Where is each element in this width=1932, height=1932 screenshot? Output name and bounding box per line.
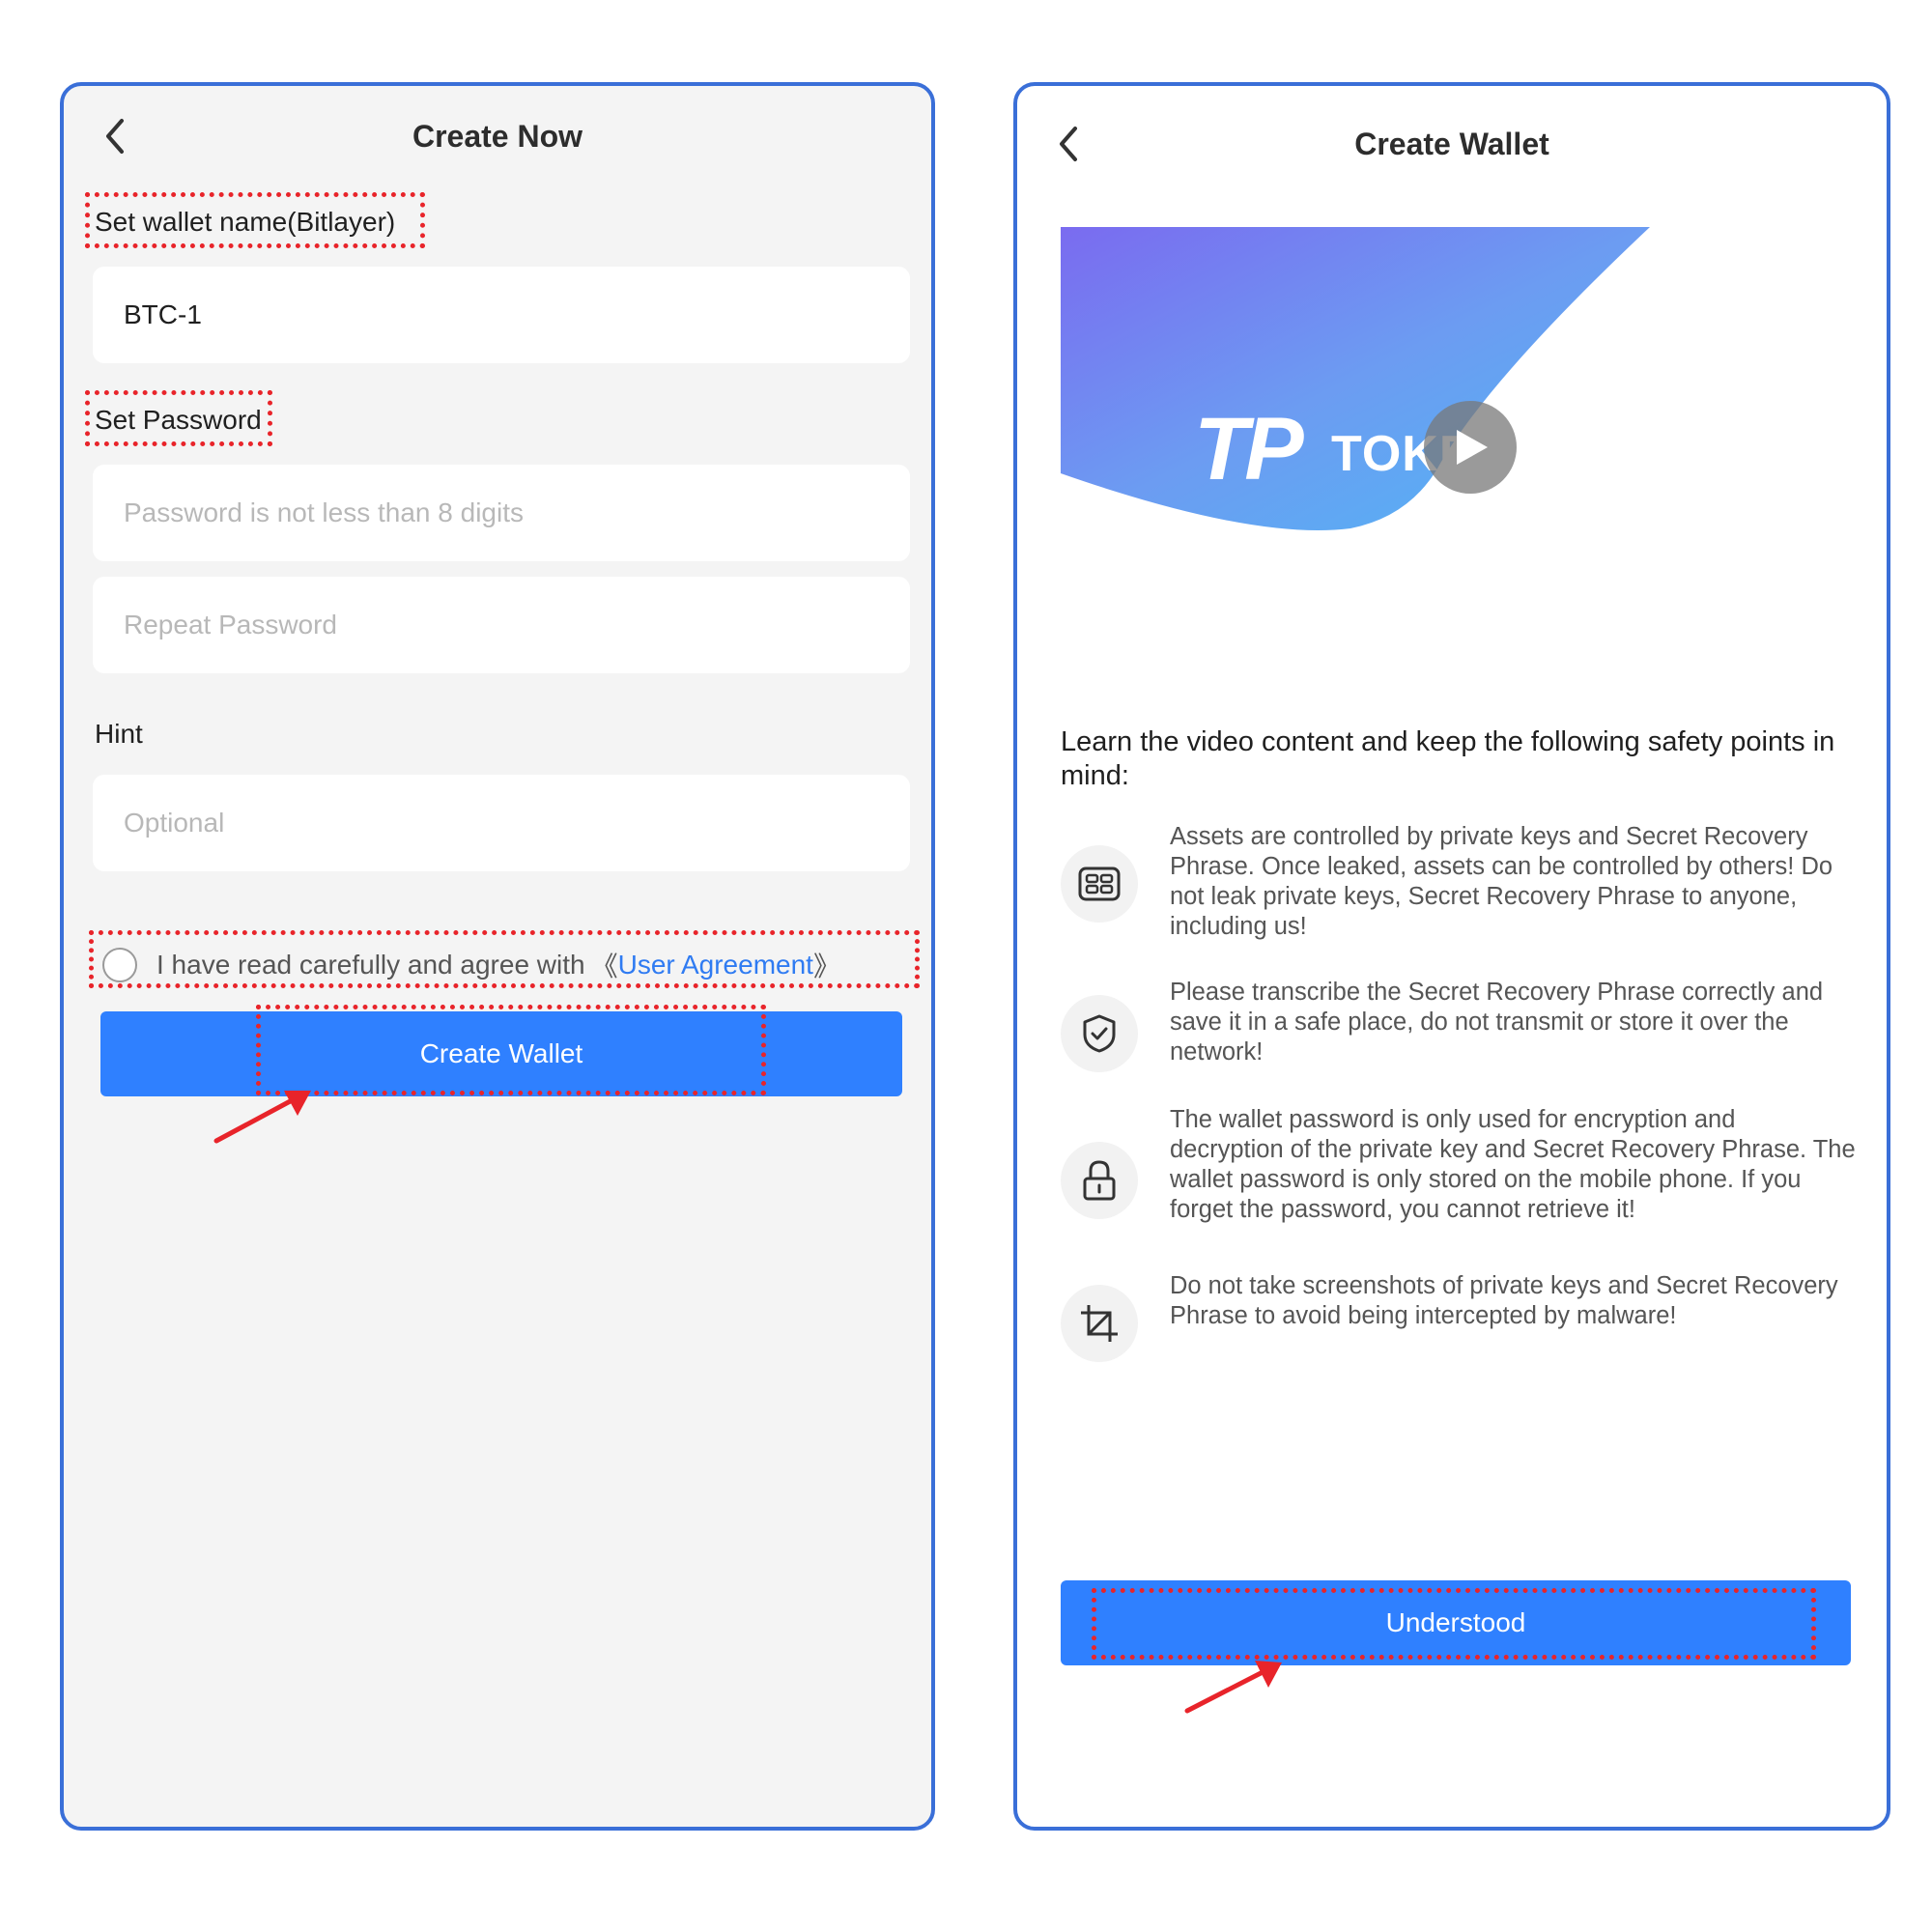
play-icon	[1457, 430, 1488, 465]
agreement-row: I have read carefully and agree with 《 U…	[102, 941, 840, 989]
logo-pocket: POCKET	[1517, 426, 1708, 482]
agree-open-bracket: 《	[590, 952, 618, 981]
play-button[interactable]	[1424, 401, 1517, 494]
repeat-password-input[interactable]	[93, 577, 910, 673]
tip-text: Please transcribe the Secret Recovery Ph…	[1170, 979, 1824, 1065]
agree-text: I have read carefully and agree with	[156, 950, 585, 980]
hint-input[interactable]	[93, 775, 910, 871]
red-arrow-icon	[213, 1091, 311, 1144]
wallet-name-field[interactable]	[93, 267, 910, 363]
tip-text: Do not take screenshots of private keys …	[1170, 1272, 1838, 1329]
tip-text: The wallet password is only used for enc…	[1170, 1106, 1856, 1223]
safety-tip: Do not take screenshots of private keys …	[1061, 1271, 1853, 1362]
user-agreement-link[interactable]: User Agreement	[618, 950, 813, 980]
repeat-password-field[interactable]	[93, 577, 910, 673]
page-title: Create Wallet	[1354, 127, 1549, 161]
hint-field[interactable]	[93, 775, 910, 871]
shield-check-icon	[1061, 995, 1138, 1072]
keys-card-icon	[1061, 845, 1138, 923]
safety-tip: Assets are controlled by private keys an…	[1061, 822, 1853, 948]
wallet-name-label: Set wallet name(Bitlayer)	[95, 207, 396, 237]
create-wallet-screen: Create Wallet TP TOKEN POCKET Learn the …	[1013, 82, 1890, 1831]
password-input[interactable]	[93, 465, 910, 561]
understood-button[interactable]: Understood	[1061, 1580, 1851, 1665]
crop-icon	[1061, 1285, 1138, 1362]
agree-close-bracket: 》	[812, 952, 840, 981]
red-arrow-icon	[1184, 1661, 1282, 1714]
wallet-name-input[interactable]	[93, 267, 910, 363]
create-now-screen: Create Now Set wallet name(Bitlayer) Set…	[60, 82, 935, 1831]
intro-video[interactable]: TP TOKEN POCKET	[1061, 227, 1708, 536]
hint-label: Hint	[95, 719, 143, 749]
lock-icon	[1061, 1142, 1138, 1219]
banner-shape	[1061, 227, 1650, 531]
safety-tip: Please transcribe the Secret Recovery Ph…	[1061, 978, 1853, 1074]
password-label: Set Password	[95, 405, 262, 435]
agree-radio[interactable]	[102, 948, 137, 982]
learn-instructions: Learn the video content and keep the fol…	[1061, 726, 1835, 791]
password-field[interactable]	[93, 465, 910, 561]
logo-tp: TP	[1194, 400, 1304, 498]
page-title: Create Now	[412, 119, 583, 154]
safety-tip: The wallet password is only used for enc…	[1061, 1105, 1856, 1231]
tip-text: Assets are controlled by private keys an…	[1170, 823, 1833, 940]
